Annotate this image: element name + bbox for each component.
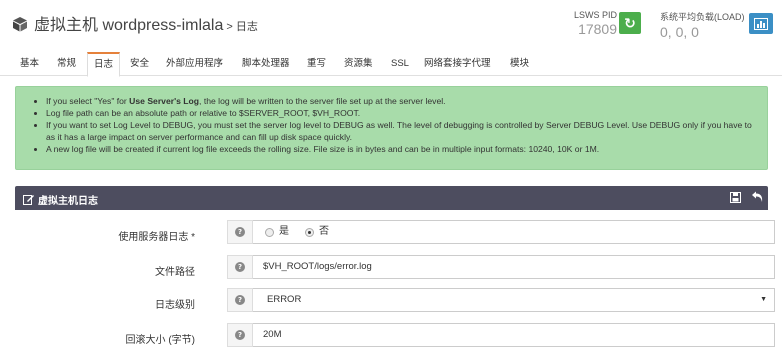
bar-chart-icon [754, 17, 768, 30]
use-server-log-field: 是 否 [253, 220, 775, 244]
radio-yes[interactable] [265, 227, 274, 237]
file-path-label: 文件路径 [155, 267, 195, 278]
tab-basic[interactable]: 基本 [20, 52, 39, 76]
tab-external-app[interactable]: 外部应用程序 [166, 52, 223, 76]
question-icon: ? [235, 295, 245, 305]
tab-modules[interactable]: 模块 [510, 52, 529, 76]
load-value: 0, 0, 0 [660, 24, 699, 40]
file-path-input[interactable]: $VH_ROOT/logs/error.log [253, 255, 775, 279]
load-label: 系统平均负载(LOAD) [660, 12, 745, 22]
help-button[interactable]: ? [227, 323, 253, 347]
question-icon: ? [235, 227, 245, 237]
page-header: 虚拟主机 wordpress-imlala > 日志 LSWS PID 1780… [0, 0, 782, 50]
info-box: If you select "Yes" for Use Server's Log… [15, 86, 768, 170]
save-icon[interactable] [730, 192, 741, 203]
refresh-icon: ↻ [624, 14, 636, 31]
rolling-size-row: 回滚大小 (字节) ? 20M [15, 323, 775, 351]
pid-stat: LSWS PID 17809 [574, 10, 617, 37]
use-server-log-row: 使用服务器日志 * ? 是 否 [15, 220, 775, 252]
info-item: A new log file will be created if curren… [46, 143, 757, 155]
pid-label: LSWS PID [574, 10, 618, 20]
breadcrumb: > 日志 [226, 21, 258, 33]
rolling-size-input[interactable]: 20M [253, 323, 775, 347]
tab-bar: 基本 常规 日志 安全 外部应用程序 脚本处理器 重写 资源集 SSL 网络套接… [0, 52, 782, 77]
load-stat: 系统平均负载(LOAD) 0, 0, 0 [660, 10, 745, 40]
log-level-select[interactable]: ERROR ▼ [253, 288, 775, 312]
pid-value: 17809 [578, 21, 618, 37]
restart-button[interactable]: ↻ [619, 12, 641, 34]
question-icon: ? [235, 330, 245, 340]
tab-security[interactable]: 安全 [130, 52, 149, 76]
tab-script-handler[interactable]: 脚本处理器 [242, 52, 290, 76]
use-server-log-label: 使用服务器日志 * [118, 232, 195, 243]
undo-icon[interactable] [751, 191, 764, 203]
tab-rewrite[interactable]: 重写 [307, 52, 326, 76]
panel-title-text: 虚拟主机日志 [38, 196, 98, 207]
help-button[interactable]: ? [227, 288, 253, 312]
panel-header: 虚拟主机日志 [15, 186, 768, 210]
tab-general[interactable]: 常规 [57, 52, 76, 76]
help-button[interactable]: ? [227, 220, 253, 244]
log-level-label: 日志级别 [155, 300, 195, 311]
page-title: 虚拟主机 wordpress-imlala > 日志 [12, 11, 258, 35]
help-button[interactable]: ? [227, 255, 253, 279]
rolling-size-label: 回滚大小 (字节) [125, 335, 195, 346]
tab-ssl[interactable]: SSL [391, 52, 409, 76]
question-icon: ? [235, 262, 245, 272]
vhost-title: 虚拟主机 wordpress-imlala [34, 17, 224, 34]
radio-no-label[interactable]: 否 [319, 221, 329, 243]
info-item: If you select "Yes" for Use Server's Log… [46, 95, 757, 107]
tab-log[interactable]: 日志 [87, 52, 121, 77]
tab-context[interactable]: 资源集 [344, 52, 373, 76]
file-path-row: 文件路径 ? $VH_ROOT/logs/error.log [15, 255, 775, 287]
log-level-value: ERROR [267, 294, 302, 305]
log-level-row: 日志级别 ? ERROR ▼ [15, 288, 775, 320]
edit-icon [23, 195, 34, 205]
caret-down-icon: ▼ [760, 296, 767, 303]
info-item: If you want to set Log Level to DEBUG, y… [46, 119, 757, 143]
info-item: Log file path can be an absolute path or… [46, 107, 757, 119]
radio-no[interactable] [305, 227, 314, 237]
panel-title: 虚拟主机日志 [23, 192, 98, 207]
load-chart-button[interactable] [749, 13, 773, 34]
radio-yes-label[interactable]: 是 [279, 221, 289, 243]
tab-websocket-proxy[interactable]: 网络套接字代理 [424, 52, 491, 76]
cube-icon [13, 17, 27, 32]
